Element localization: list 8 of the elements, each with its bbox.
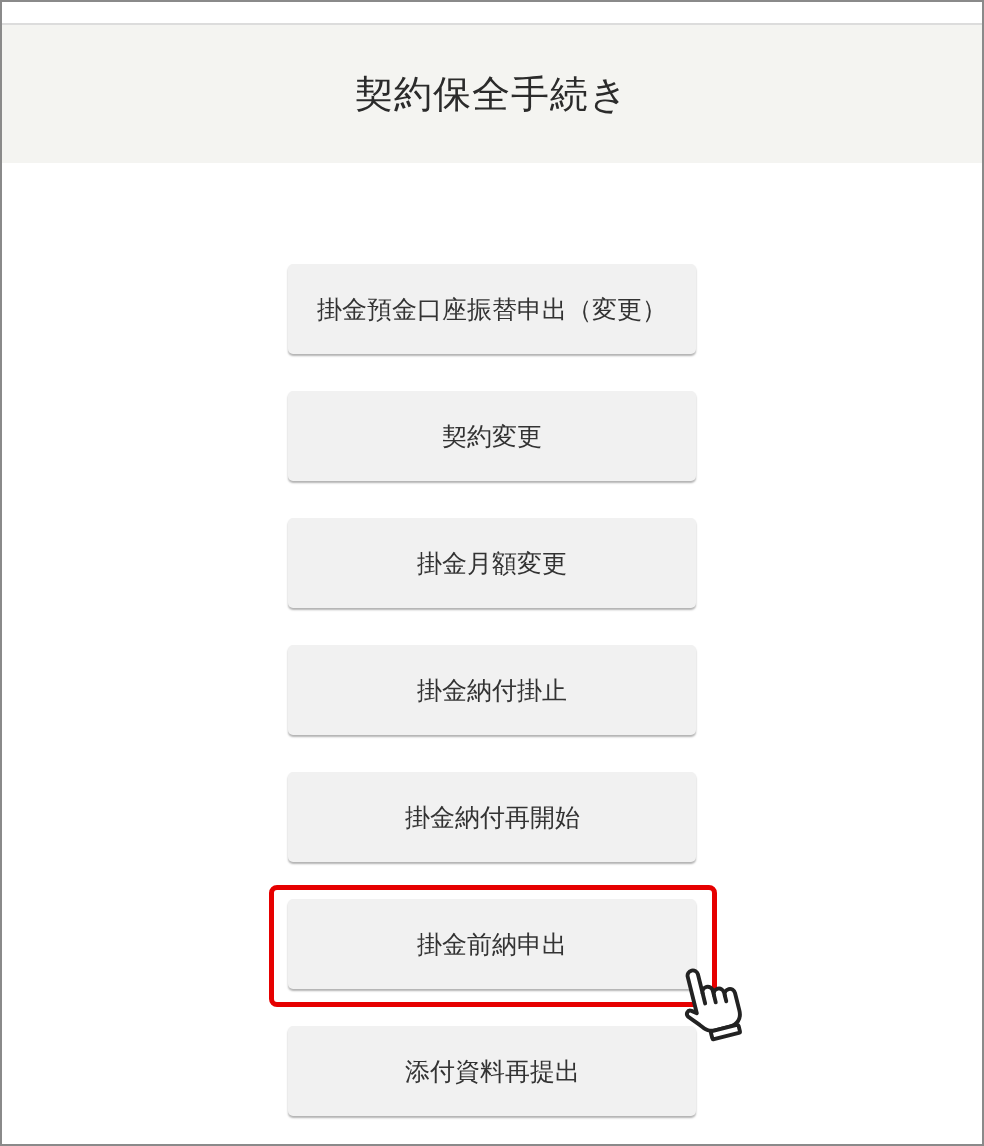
procedure-button[interactable]: 添付資料再提出 [288,1026,696,1116]
procedure-button[interactable]: 契約変更 [288,391,696,481]
procedure-button[interactable]: 掛金納付再開始 [288,772,696,862]
procedure-button[interactable]: 掛金月額変更 [288,518,696,608]
page-title: 契約保全手続き [355,70,629,118]
procedure-button[interactable]: 掛金預金口座振替申出（変更） [288,264,696,354]
procedure-button[interactable]: 掛金納付掛止 [288,645,696,735]
procedure-button[interactable]: 掛金前納申出 [288,899,696,989]
